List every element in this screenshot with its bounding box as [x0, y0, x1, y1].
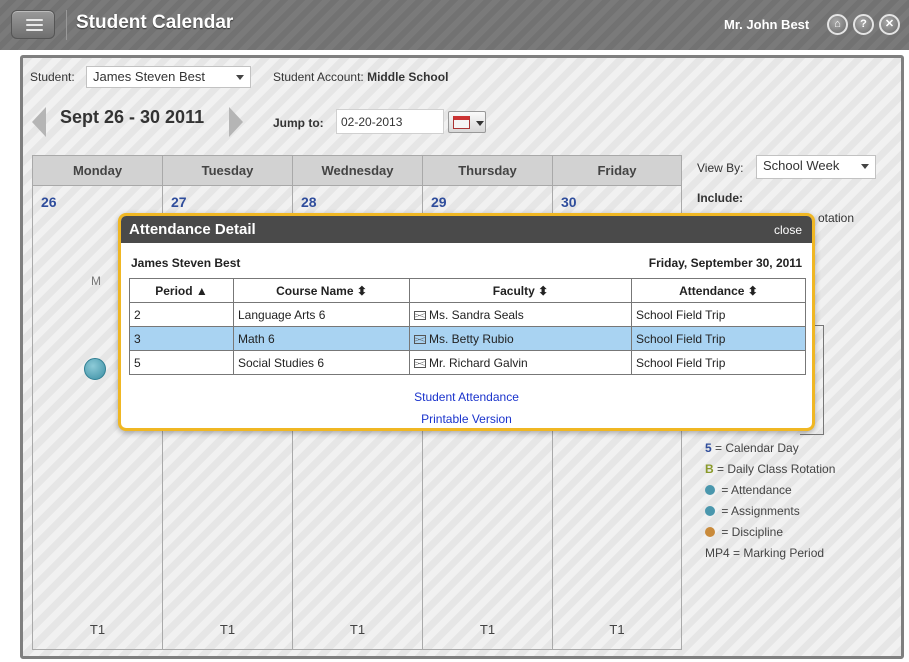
- legend-text: = Daily Class Rotation: [713, 462, 836, 476]
- legend-item: 5 = Calendar Day: [705, 441, 799, 455]
- day-header: Monday: [33, 156, 162, 186]
- legend-item: MP4 = Marking Period: [705, 546, 824, 560]
- email-icon[interactable]: [414, 310, 426, 320]
- chevron-down-icon: [236, 75, 244, 80]
- term-label: T1: [609, 622, 625, 637]
- faculty-name: Ms. Sandra Seals: [429, 307, 524, 322]
- cell-period: 2: [129, 302, 234, 327]
- legend-item: = Assignments: [705, 504, 800, 518]
- next-week-arrow-icon[interactable]: [229, 107, 243, 137]
- close-icon[interactable]: ✕: [879, 14, 900, 35]
- app-title: Student Calendar: [76, 12, 234, 33]
- legend-text: = Calendar Day: [711, 441, 799, 455]
- legend-key: MP4: [705, 546, 730, 560]
- printable-version-link[interactable]: Printable Version: [121, 412, 812, 426]
- table-header-row: Period ▲ Course Name ⬍ Faculty ⬍ Attenda…: [129, 278, 806, 303]
- cell-period: 5: [129, 350, 234, 375]
- cell-attendance: School Field Trip: [631, 326, 806, 351]
- student-select-value: James Steven Best: [93, 69, 205, 84]
- cell-course: Math 6: [233, 326, 410, 351]
- chevron-down-icon: [861, 164, 869, 169]
- legend-key: B: [705, 462, 714, 476]
- column-header-attendance[interactable]: Attendance ⬍: [631, 278, 806, 303]
- home-icon[interactable]: ⌂: [827, 14, 848, 35]
- calendar-picker-button[interactable]: [448, 111, 486, 133]
- menu-icon[interactable]: [11, 10, 55, 39]
- legend-item: = Attendance: [705, 483, 792, 497]
- legend-text: = Assignments: [718, 504, 800, 518]
- popup-student-name: James Steven Best: [131, 256, 241, 270]
- email-icon[interactable]: [414, 334, 426, 344]
- view-by-value: School Week: [763, 158, 840, 173]
- student-select[interactable]: James Steven Best: [86, 66, 251, 88]
- user-name: Mr. John Best: [724, 17, 810, 32]
- title-separator: [66, 10, 67, 40]
- term-label: T1: [89, 622, 106, 637]
- attendance-detail-popup: Attendance Detail close James Steven Bes…: [118, 213, 815, 431]
- account-value: Middle School: [367, 70, 449, 84]
- jump-to-label: Jump to:: [273, 116, 324, 130]
- account-info: Student Account: Middle School: [273, 70, 448, 84]
- popup-title: Attendance Detail: [129, 221, 256, 238]
- title-bar: Student Calendar Mr. John Best ⌂ ? ✕: [0, 0, 909, 50]
- day-header: Thursday: [423, 156, 552, 186]
- day-header: Wednesday: [293, 156, 422, 186]
- jump-to-date-input[interactable]: [336, 109, 444, 134]
- day-number: 29: [431, 194, 447, 210]
- popup-close-link[interactable]: close: [774, 223, 802, 237]
- email-icon[interactable]: [414, 358, 426, 368]
- discipline-dot-icon: [705, 527, 715, 537]
- popup-titlebar: Attendance Detail close: [121, 216, 812, 243]
- calendar-icon: [453, 116, 470, 129]
- student-attendance-link[interactable]: Student Attendance: [121, 390, 812, 404]
- table-row[interactable]: 2 Language Arts 6 Ms. Sandra Seals Schoo…: [129, 302, 806, 327]
- cell-course: Language Arts 6: [233, 302, 410, 327]
- cell-faculty: Mr. Richard Galvin: [409, 350, 632, 375]
- cell-attendance: School Field Trip: [631, 302, 806, 327]
- view-by-select[interactable]: School Week: [756, 155, 876, 179]
- legend-key: 5: [705, 441, 712, 455]
- attendance-table: Period ▲ Course Name ⬍ Faculty ⬍ Attenda…: [129, 278, 806, 375]
- day-number: 27: [171, 194, 187, 210]
- term-label: T1: [219, 622, 236, 637]
- cell-course: Social Studies 6: [233, 350, 410, 375]
- attendance-icon[interactable]: [84, 358, 106, 380]
- popup-date: Friday, September 30, 2011: [648, 256, 802, 270]
- help-icon[interactable]: ?: [853, 14, 874, 35]
- faculty-name: Mr. Richard Galvin: [429, 355, 528, 370]
- legend-item: = Discipline: [705, 525, 783, 539]
- include-option-partial: otation: [818, 211, 855, 225]
- attendance-dot-icon: [705, 485, 715, 495]
- legend-text: = Marking Period: [729, 546, 825, 560]
- rotation-letter: M: [91, 274, 101, 288]
- cell-period: 3: [129, 326, 234, 351]
- cell-faculty: Ms. Betty Rubio: [409, 326, 632, 351]
- table-row[interactable]: 5 Social Studies 6 Mr. Richard Galvin Sc…: [129, 350, 806, 375]
- day-header: Tuesday: [163, 156, 292, 186]
- legend-text: = Discipline: [718, 525, 784, 539]
- column-header-course[interactable]: Course Name ⬍: [233, 278, 410, 303]
- cell-faculty: Ms. Sandra Seals: [409, 302, 632, 327]
- day-number: 30: [561, 194, 577, 210]
- assignments-dot-icon: [705, 506, 715, 516]
- term-label: T1: [349, 622, 366, 637]
- faculty-name: Ms. Betty Rubio: [429, 331, 514, 346]
- chevron-down-icon: [476, 121, 484, 126]
- legend-text: = Attendance: [718, 483, 792, 497]
- column-header-faculty[interactable]: Faculty ⬍: [409, 278, 632, 303]
- term-label: T1: [479, 622, 496, 637]
- day-number: 28: [301, 194, 317, 210]
- day-header: Friday: [553, 156, 681, 186]
- table-row-selected[interactable]: 3 Math 6 Ms. Betty Rubio School Field Tr…: [129, 326, 806, 351]
- prev-week-arrow-icon[interactable]: [32, 107, 46, 137]
- account-label: Student Account:: [273, 70, 364, 84]
- week-range-label: Sept 26 - 30 2011: [60, 107, 205, 127]
- day-number: 26: [41, 194, 57, 210]
- student-label: Student:: [30, 70, 75, 84]
- column-header-period[interactable]: Period ▲: [129, 278, 234, 303]
- view-by-label: View By:: [697, 161, 744, 175]
- include-label: Include:: [697, 191, 744, 205]
- legend-item: B = Daily Class Rotation: [705, 462, 835, 476]
- cell-attendance: School Field Trip: [631, 350, 806, 375]
